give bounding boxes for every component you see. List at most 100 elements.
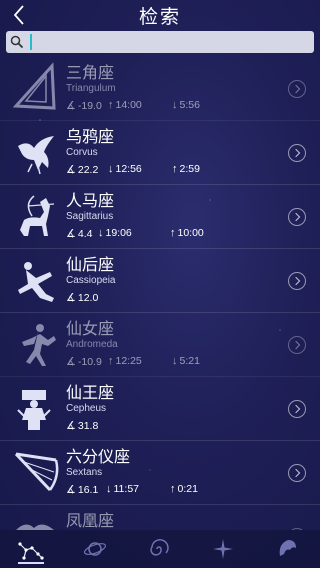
search-bar[interactable] bbox=[6, 31, 314, 53]
constellation-icon[interactable] bbox=[18, 536, 44, 564]
page-title: 检索 bbox=[138, 6, 181, 28]
search-input[interactable] bbox=[34, 31, 304, 53]
rise-time: 14:00 bbox=[115, 99, 142, 111]
star-icon[interactable] bbox=[210, 536, 236, 562]
triangulum-illustration-icon bbox=[12, 62, 56, 110]
set-time: 5:56 bbox=[179, 99, 200, 111]
constellation-latin-name: Cepheus bbox=[66, 403, 107, 414]
constellation-name: 仙王座 bbox=[66, 383, 115, 402]
arrow-icon: ↑ bbox=[170, 227, 176, 239]
bottom-tab-bar bbox=[0, 530, 320, 568]
set-time: 5:21 bbox=[179, 355, 200, 367]
arrow-icon: ↓ bbox=[172, 99, 178, 111]
list-item-triangulum[interactable]: 三角座 Triangulum ∡ -19.0 ↑ 14:00 ↓ 5:56 bbox=[0, 56, 320, 121]
andromeda-illustration-icon bbox=[22, 324, 56, 366]
altitude-angle-icon: ∡ bbox=[66, 356, 76, 368]
rise-time: 12:56 bbox=[115, 163, 142, 175]
altitude-stat: ∡ 31.8 bbox=[66, 419, 98, 432]
constellation-name: 仙女座 bbox=[66, 319, 115, 338]
altitude-value: -19.0 bbox=[77, 100, 102, 112]
set-stat: ↑ 10:00 bbox=[170, 227, 204, 239]
cepheus-illustration-icon bbox=[17, 390, 51, 430]
rise-time: 12:25 bbox=[115, 355, 142, 367]
altitude-stat: ∡ 22.2 bbox=[66, 163, 98, 176]
rise-stat: ↑ 12:25 bbox=[108, 355, 142, 367]
sagittarius-illustration-icon bbox=[20, 195, 55, 236]
altitude-angle-icon: ∡ bbox=[66, 228, 76, 240]
sextans-illustration-icon bbox=[14, 452, 59, 492]
rise-stat: ↓ 12:56 bbox=[108, 163, 142, 175]
constellation-latin-name: Corvus bbox=[66, 147, 98, 158]
constellation-latin-name: Sagittarius bbox=[66, 211, 114, 222]
arrow-icon: ↓ bbox=[106, 483, 112, 495]
chevron-right-icon[interactable] bbox=[288, 144, 306, 162]
set-stat: ↓ 5:21 bbox=[172, 355, 200, 367]
altitude-stat: ∡ -10.9 bbox=[66, 355, 102, 368]
arrow-icon: ↓ bbox=[98, 227, 104, 239]
galaxy-icon[interactable] bbox=[146, 536, 172, 562]
text-caret bbox=[30, 34, 32, 50]
arrow-icon: ↓ bbox=[172, 355, 178, 367]
rise-stat: ↓ 11:57 bbox=[106, 483, 139, 495]
constellation-latin-name: Andromeda bbox=[66, 339, 118, 350]
chevron-right-icon[interactable] bbox=[288, 464, 306, 482]
list-item-cepheus[interactable]: 仙王座 Cepheus ∡ 31.8 bbox=[0, 376, 320, 441]
list-item-corvus[interactable]: 乌鸦座 Corvus ∡ 22.2 ↓ 12:56 ↑ 2:59 bbox=[0, 120, 320, 185]
corvus-illustration-icon bbox=[18, 136, 54, 175]
altitude-value: 31.8 bbox=[77, 420, 99, 432]
list-item-sagittarius[interactable]: 人马座 Sagittarius ∡ 4.4 ↓ 19:06 ↑ 10:00 bbox=[0, 184, 320, 249]
set-stat: ↓ 5:56 bbox=[172, 99, 200, 111]
altitude-value: 4.4 bbox=[77, 228, 93, 240]
rise-time: 19:06 bbox=[105, 227, 132, 239]
list-item-cassiopeia[interactable]: 仙后座 Cassiopeia ∡ 12.0 bbox=[0, 248, 320, 313]
chevron-right-icon[interactable] bbox=[288, 336, 306, 354]
list-item-phoenix[interactable]: 凤凰座 bbox=[0, 504, 320, 530]
altitude-angle-icon: ∡ bbox=[66, 164, 76, 176]
rise-stat: ↓ 19:06 bbox=[98, 227, 132, 239]
constellation-name: 仙后座 bbox=[66, 255, 115, 274]
altitude-angle-icon: ∡ bbox=[66, 484, 76, 496]
chevron-right-icon[interactable] bbox=[288, 80, 306, 98]
set-time: 10:00 bbox=[177, 227, 204, 239]
altitude-value: 22.2 bbox=[77, 164, 99, 176]
altitude-value: 16.1 bbox=[77, 484, 99, 496]
altitude-value: -10.9 bbox=[77, 356, 102, 368]
altitude-stat: ∡ 12.0 bbox=[66, 291, 98, 304]
constellation-list: 三角座 Triangulum ∡ -19.0 ↑ 14:00 ↓ 5:56 乌鸦座 C… bbox=[0, 56, 320, 530]
altitude-angle-icon: ∡ bbox=[66, 420, 76, 432]
constellation-name: 人马座 bbox=[66, 191, 115, 210]
phoenix-illustration-icon bbox=[16, 524, 54, 530]
constellation-name: 三角座 bbox=[66, 63, 115, 82]
set-stat: ↑ 2:59 bbox=[172, 163, 200, 175]
chevron-right-icon[interactable] bbox=[288, 208, 306, 226]
cassiopeia-illustration-icon bbox=[18, 262, 54, 302]
rise-stat: ↑ 14:00 bbox=[108, 99, 142, 111]
search-icon bbox=[10, 35, 24, 49]
constellation-name: 六分仪座 bbox=[66, 447, 131, 466]
altitude-value: 12.0 bbox=[77, 292, 99, 304]
set-time: 2:59 bbox=[179, 163, 200, 175]
chevron-right-icon[interactable] bbox=[288, 272, 306, 290]
satellite-icon[interactable] bbox=[274, 536, 300, 562]
arrow-icon: ↑ bbox=[108, 99, 114, 111]
list-item-sextans[interactable]: 六分仪座 Sextans ∡ 16.1 ↓ 11:57 ↑ 0:21 bbox=[0, 440, 320, 505]
constellation-latin-name: Cassiopeia bbox=[66, 275, 116, 286]
altitude-stat: ∡ 16.1 bbox=[66, 483, 98, 496]
set-time: 0:21 bbox=[177, 483, 198, 495]
altitude-stat: ∡ 4.4 bbox=[66, 227, 92, 240]
constellation-name: 乌鸦座 bbox=[66, 127, 115, 146]
set-stat: ↑ 0:21 bbox=[170, 483, 198, 495]
arrow-icon: ↑ bbox=[170, 483, 176, 495]
constellation-name: 凤凰座 bbox=[66, 511, 115, 530]
constellation-latin-name: Triangulum bbox=[66, 83, 116, 94]
chevron-right-icon[interactable] bbox=[288, 400, 306, 418]
altitude-stat: ∡ -19.0 bbox=[66, 99, 102, 112]
rise-time: 11:57 bbox=[113, 483, 140, 495]
altitude-angle-icon: ∡ bbox=[66, 100, 76, 112]
list-item-andromeda[interactable]: 仙女座 Andromeda ∡ -10.9 ↑ 12:25 ↓ 5:21 bbox=[0, 312, 320, 377]
planet-icon[interactable] bbox=[82, 536, 108, 562]
arrow-icon: ↑ bbox=[108, 355, 114, 367]
arrow-icon: ↓ bbox=[108, 163, 114, 175]
arrow-icon: ↑ bbox=[172, 163, 178, 175]
altitude-angle-icon: ∡ bbox=[66, 292, 76, 304]
